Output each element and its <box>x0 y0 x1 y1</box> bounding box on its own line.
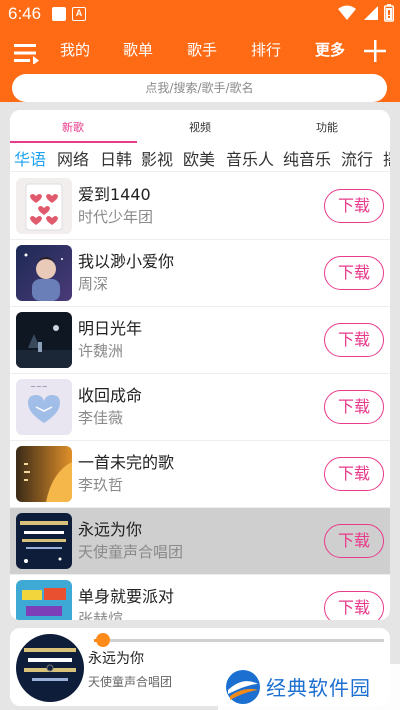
category-indicator <box>12 171 48 172</box>
nav-tab-rankings[interactable]: 排行 <box>251 39 281 60</box>
album-cover <box>16 513 72 569</box>
song-artist: 时代少年团 <box>78 208 154 226</box>
plus-icon[interactable] <box>364 40 386 62</box>
album-cover <box>16 580 72 620</box>
list-item[interactable]: 我以渺小爱你 周深 下载 <box>10 240 390 307</box>
song-artist: 李玖哲 <box>78 476 124 494</box>
song-title: 爱到1440 <box>78 185 151 204</box>
download-button[interactable]: 下载 <box>324 457 384 491</box>
sub-tabs: 新歌 视频 功能 <box>10 110 390 143</box>
svg-text:~~~: ~~~ <box>30 383 48 391</box>
watermark: 经典软件园 <box>218 664 400 710</box>
album-cover <box>16 312 72 368</box>
sub-tab-videos[interactable]: 视频 <box>189 119 211 135</box>
sub-tab-indicator <box>10 141 137 143</box>
category-bar: 华语 网络 日韩 影视 欧美 音乐人 纯音乐 流行 摇 <box>10 144 390 172</box>
list-item[interactable]: 一首未完的歌 李玖哲 下载 <box>10 441 390 508</box>
nav-tabs: 我的 歌单 歌手 排行 更多 <box>50 39 360 65</box>
download-button[interactable]: 下载 <box>324 189 384 223</box>
category-internet[interactable]: 网络 <box>57 146 89 170</box>
sub-tab-functions[interactable]: 功能 <box>316 119 338 135</box>
battery-icon <box>384 4 394 22</box>
player-song-title: 永远为你 <box>88 651 144 667</box>
category-pure-music[interactable]: 纯音乐 <box>283 146 331 170</box>
list-item[interactable]: ~~~ 收回成命 李佳薇 下载 <box>10 374 390 441</box>
download-button[interactable]: 下载 <box>324 323 384 357</box>
song-title: 收回成命 <box>78 386 143 405</box>
nav-tab-more[interactable]: 更多 <box>315 39 345 60</box>
status-time: 6:46 <box>8 4 42 23</box>
list-item[interactable]: 明日光年 许魏洲 下载 <box>10 307 390 374</box>
search-input[interactable]: 点我/搜索/歌手/歌名 <box>12 74 387 102</box>
album-cover <box>16 178 72 234</box>
list-item-selected[interactable]: 永远为你 天使童声合唱团 下载 <box>10 508 390 575</box>
wifi-icon <box>338 5 356 20</box>
album-cover <box>16 245 72 301</box>
menu-icon[interactable] <box>14 42 40 64</box>
status-bar: 6:46 A <box>0 0 400 30</box>
signal-icon <box>364 6 378 20</box>
player-album-cover[interactable] <box>16 634 84 702</box>
song-artist: 许魏洲 <box>78 342 124 360</box>
song-title: 永远为你 <box>78 520 143 539</box>
download-button[interactable]: 下载 <box>324 390 384 424</box>
notification-a-icon: A <box>72 7 86 21</box>
download-button[interactable]: 下载 <box>324 524 384 558</box>
category-musician[interactable]: 音乐人 <box>226 146 274 170</box>
download-button[interactable]: 下载 <box>324 591 384 620</box>
progress-handle[interactable] <box>95 633 110 647</box>
list-item[interactable]: 爱到1440 时代少年团 下载 <box>10 173 390 240</box>
category-pop[interactable]: 流行 <box>341 146 373 170</box>
sub-tab-new-songs[interactable]: 新歌 <box>62 119 84 135</box>
song-artist: 张赫煊 <box>78 610 124 620</box>
category-rock[interactable]: 摇 <box>383 146 390 170</box>
song-title: 一首未完的歌 <box>78 453 175 472</box>
watermark-text: 经典软件园 <box>266 676 371 700</box>
notification-square-icon <box>52 7 66 21</box>
list-item[interactable]: 单身就要派对 张赫煊 下载 <box>10 575 390 620</box>
main-content: 新歌 视频 功能 华语 网络 日韩 影视 欧美 音乐人 纯音乐 流行 摇 <box>10 110 390 620</box>
nav-tab-singers[interactable]: 歌手 <box>187 39 217 60</box>
song-artist: 天使童声合唱团 <box>78 543 184 561</box>
watermark-logo-icon <box>226 670 260 704</box>
album-cover <box>16 446 72 502</box>
song-artist: 李佳薇 <box>78 409 124 427</box>
download-button[interactable]: 下载 <box>324 256 384 290</box>
category-film[interactable]: 影视 <box>141 146 173 170</box>
category-chinese[interactable]: 华语 <box>14 146 46 170</box>
song-title: 明日光年 <box>78 319 143 338</box>
song-title: 单身就要派对 <box>78 587 175 606</box>
song-artist: 周深 <box>78 275 109 293</box>
top-bar: 我的 歌单 歌手 排行 更多 点我/搜索/歌手/歌名 <box>0 30 400 102</box>
category-western[interactable]: 欧美 <box>183 146 215 170</box>
nav-tab-mine[interactable]: 我的 <box>60 39 90 60</box>
progress-slider[interactable] <box>94 633 384 647</box>
player-song-artist: 天使童声合唱团 <box>88 675 173 689</box>
album-cover: ~~~ <box>16 379 72 435</box>
status-icons <box>338 4 394 22</box>
category-jpkr[interactable]: 日韩 <box>100 146 132 170</box>
song-title: 我以渺小爱你 <box>78 252 175 271</box>
nav-tab-playlists[interactable]: 歌单 <box>123 39 153 60</box>
